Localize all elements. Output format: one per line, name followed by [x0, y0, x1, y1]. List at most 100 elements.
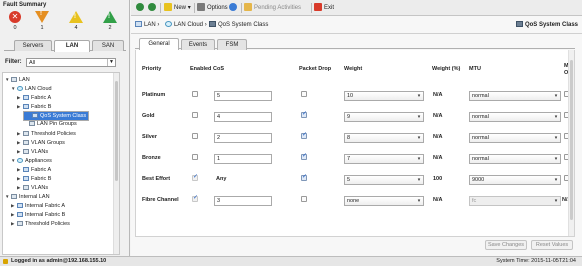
weight-value: 10: [347, 93, 354, 99]
cos-input[interactable]: 4: [214, 112, 272, 122]
scrollbar-thumb[interactable]: [115, 81, 118, 181]
mtu-select[interactable]: normal ▾: [469, 133, 561, 143]
weight-select[interactable]: 9 ▾: [344, 112, 424, 122]
system-time: System Time: 2015-11-05T21:04: [496, 258, 576, 264]
help-button[interactable]: [229, 3, 239, 13]
tree-node[interactable]: ▶ Fabric B: [17, 174, 51, 183]
lock-icon: [3, 259, 8, 264]
login-status: Logged in as admin@192.168.155.10: [11, 258, 107, 264]
cos-input[interactable]: 1: [214, 154, 272, 164]
weight-percent: N/A: [433, 155, 443, 161]
weight-percent: 100: [433, 176, 443, 182]
tab-events[interactable]: Events: [181, 39, 215, 50]
enabled-checkbox[interactable]: [192, 112, 198, 118]
mtu-value: normal: [472, 135, 489, 141]
chevron-down-icon: ▾: [417, 177, 421, 183]
fault-minor[interactable]: ! 4: [69, 11, 83, 31]
weight-value: 7: [347, 156, 351, 162]
reset-values-button[interactable]: Reset Values: [531, 240, 573, 250]
tab-servers[interactable]: Servers: [14, 40, 52, 51]
priority-bronze: Bronze: [142, 155, 161, 161]
weight-select[interactable]: 7 ▾: [344, 154, 424, 164]
tree-node[interactable]: LAN Pin Groups: [23, 120, 77, 129]
save-changes-button[interactable]: Save Changes: [485, 240, 527, 250]
tree-node[interactable]: ▶ Internal Fabric B: [11, 210, 65, 219]
packet-drop-checkbox[interactable]: [301, 196, 307, 202]
tree-node[interactable]: ▼ Appliances: [11, 156, 52, 165]
enabled-checkbox[interactable]: [192, 154, 198, 160]
breadcrumb-qos[interactable]: QoS System Class: [209, 20, 268, 30]
weight-value: 8: [347, 135, 351, 141]
packet-drop-checkbox[interactable]: [301, 152, 307, 160]
toolbar: New ▾ Options Pending Activities Exit: [131, 0, 582, 16]
weight-select[interactable]: 5 ▾: [344, 175, 424, 185]
tab-general[interactable]: General: [139, 38, 179, 50]
tree-node[interactable]: ▶ Threshold Policies: [11, 219, 70, 228]
fault-warning[interactable]: ! 2: [103, 11, 117, 31]
enabled-checkbox[interactable]: [192, 91, 198, 97]
fabric-icon: [23, 95, 29, 100]
tab-san[interactable]: SAN: [92, 40, 124, 51]
scrollbar-thumb[interactable]: [570, 60, 573, 220]
pending-activities-icon: [244, 3, 252, 11]
fault-critical[interactable]: ✕ 0: [8, 11, 22, 31]
tab-lan[interactable]: LAN: [54, 40, 90, 52]
chevron-right-icon: ›: [157, 22, 160, 28]
nav-tabs: Servers LAN SAN: [4, 40, 126, 52]
tree-node[interactable]: ▼ LAN: [5, 75, 30, 84]
tree-node[interactable]: ▶ Fabric A: [17, 165, 51, 174]
packet-drop-checkbox[interactable]: [301, 131, 307, 139]
cos-input[interactable]: 3: [214, 196, 272, 206]
weight-select[interactable]: 10 ▾: [344, 91, 424, 101]
cos-input[interactable]: 2: [214, 133, 272, 143]
grid-scrollbar[interactable]: [568, 50, 574, 236]
tree-node[interactable]: ▼ Internal LAN: [5, 192, 50, 201]
tree-node[interactable]: ▶ VLAN Groups: [17, 138, 65, 147]
weight-select[interactable]: none ▾: [344, 196, 424, 206]
pin-group-icon: [29, 121, 35, 126]
mtu-value: fc: [472, 198, 477, 204]
fabric-icon: [17, 203, 23, 208]
mtu-select[interactable]: normal ▾: [469, 112, 561, 122]
tree-node-label: LAN Cloud: [25, 86, 52, 92]
fault-summary-title: Fault Summary: [3, 2, 47, 8]
tree-node[interactable]: ▼ LAN Cloud: [11, 84, 52, 93]
options-button[interactable]: Options: [197, 3, 228, 13]
tree-node[interactable]: ▶ Fabric B: [17, 102, 51, 111]
back-button[interactable]: [136, 3, 146, 13]
mtu-select[interactable]: normal ▾: [469, 154, 561, 164]
breadcrumb-lan[interactable]: LAN ›: [135, 20, 159, 30]
new-button[interactable]: New ▾: [164, 3, 191, 13]
tree-node[interactable]: ▶ Internal Fabric A: [11, 201, 65, 210]
breadcrumb-lan-cloud[interactable]: LAN Cloud ›: [165, 20, 207, 30]
tree-node[interactable]: ▶ VLANs: [17, 147, 48, 156]
mtu-select[interactable]: 9000 ▾: [469, 175, 561, 185]
tree-scrollbar[interactable]: [113, 73, 119, 254]
mtu-value: 9000: [472, 177, 485, 183]
tree-node[interactable]: ▶ Fabric A: [17, 93, 51, 102]
vlan-icon: [23, 185, 29, 190]
exit-button[interactable]: Exit: [314, 3, 334, 13]
enabled-checkbox[interactable]: [192, 133, 198, 139]
content-tabs: General Events FSM: [135, 37, 575, 50]
vlan-group-icon: [23, 140, 29, 145]
chevron-down-icon: ▾: [554, 156, 558, 162]
tree-node-label: Threshold Policies: [31, 131, 76, 137]
tree-node[interactable]: ▶ Threshold Policies: [17, 129, 76, 138]
filter-select[interactable]: All ▼: [26, 58, 116, 67]
forward-arrow-icon: [148, 3, 156, 11]
tree-node[interactable]: ▶ VLANs: [17, 183, 48, 192]
chevron-down-icon: ▾: [417, 135, 421, 141]
tab-fsm[interactable]: FSM: [217, 39, 247, 50]
packet-drop-checkbox[interactable]: [301, 173, 307, 181]
forward-button[interactable]: [148, 3, 158, 13]
pending-activities-button[interactable]: Pending Activities: [244, 3, 301, 13]
mtu-select[interactable]: normal ▾: [469, 91, 561, 101]
weight-select[interactable]: 8 ▾: [344, 133, 424, 143]
packet-drop-checkbox[interactable]: [301, 91, 307, 97]
fault-major[interactable]: ! 1: [35, 11, 49, 31]
packet-drop-checkbox[interactable]: [301, 110, 307, 118]
mtu-value: normal: [472, 114, 489, 120]
cos-input[interactable]: 5: [214, 91, 272, 101]
chevron-down-icon: ▾: [554, 114, 558, 120]
